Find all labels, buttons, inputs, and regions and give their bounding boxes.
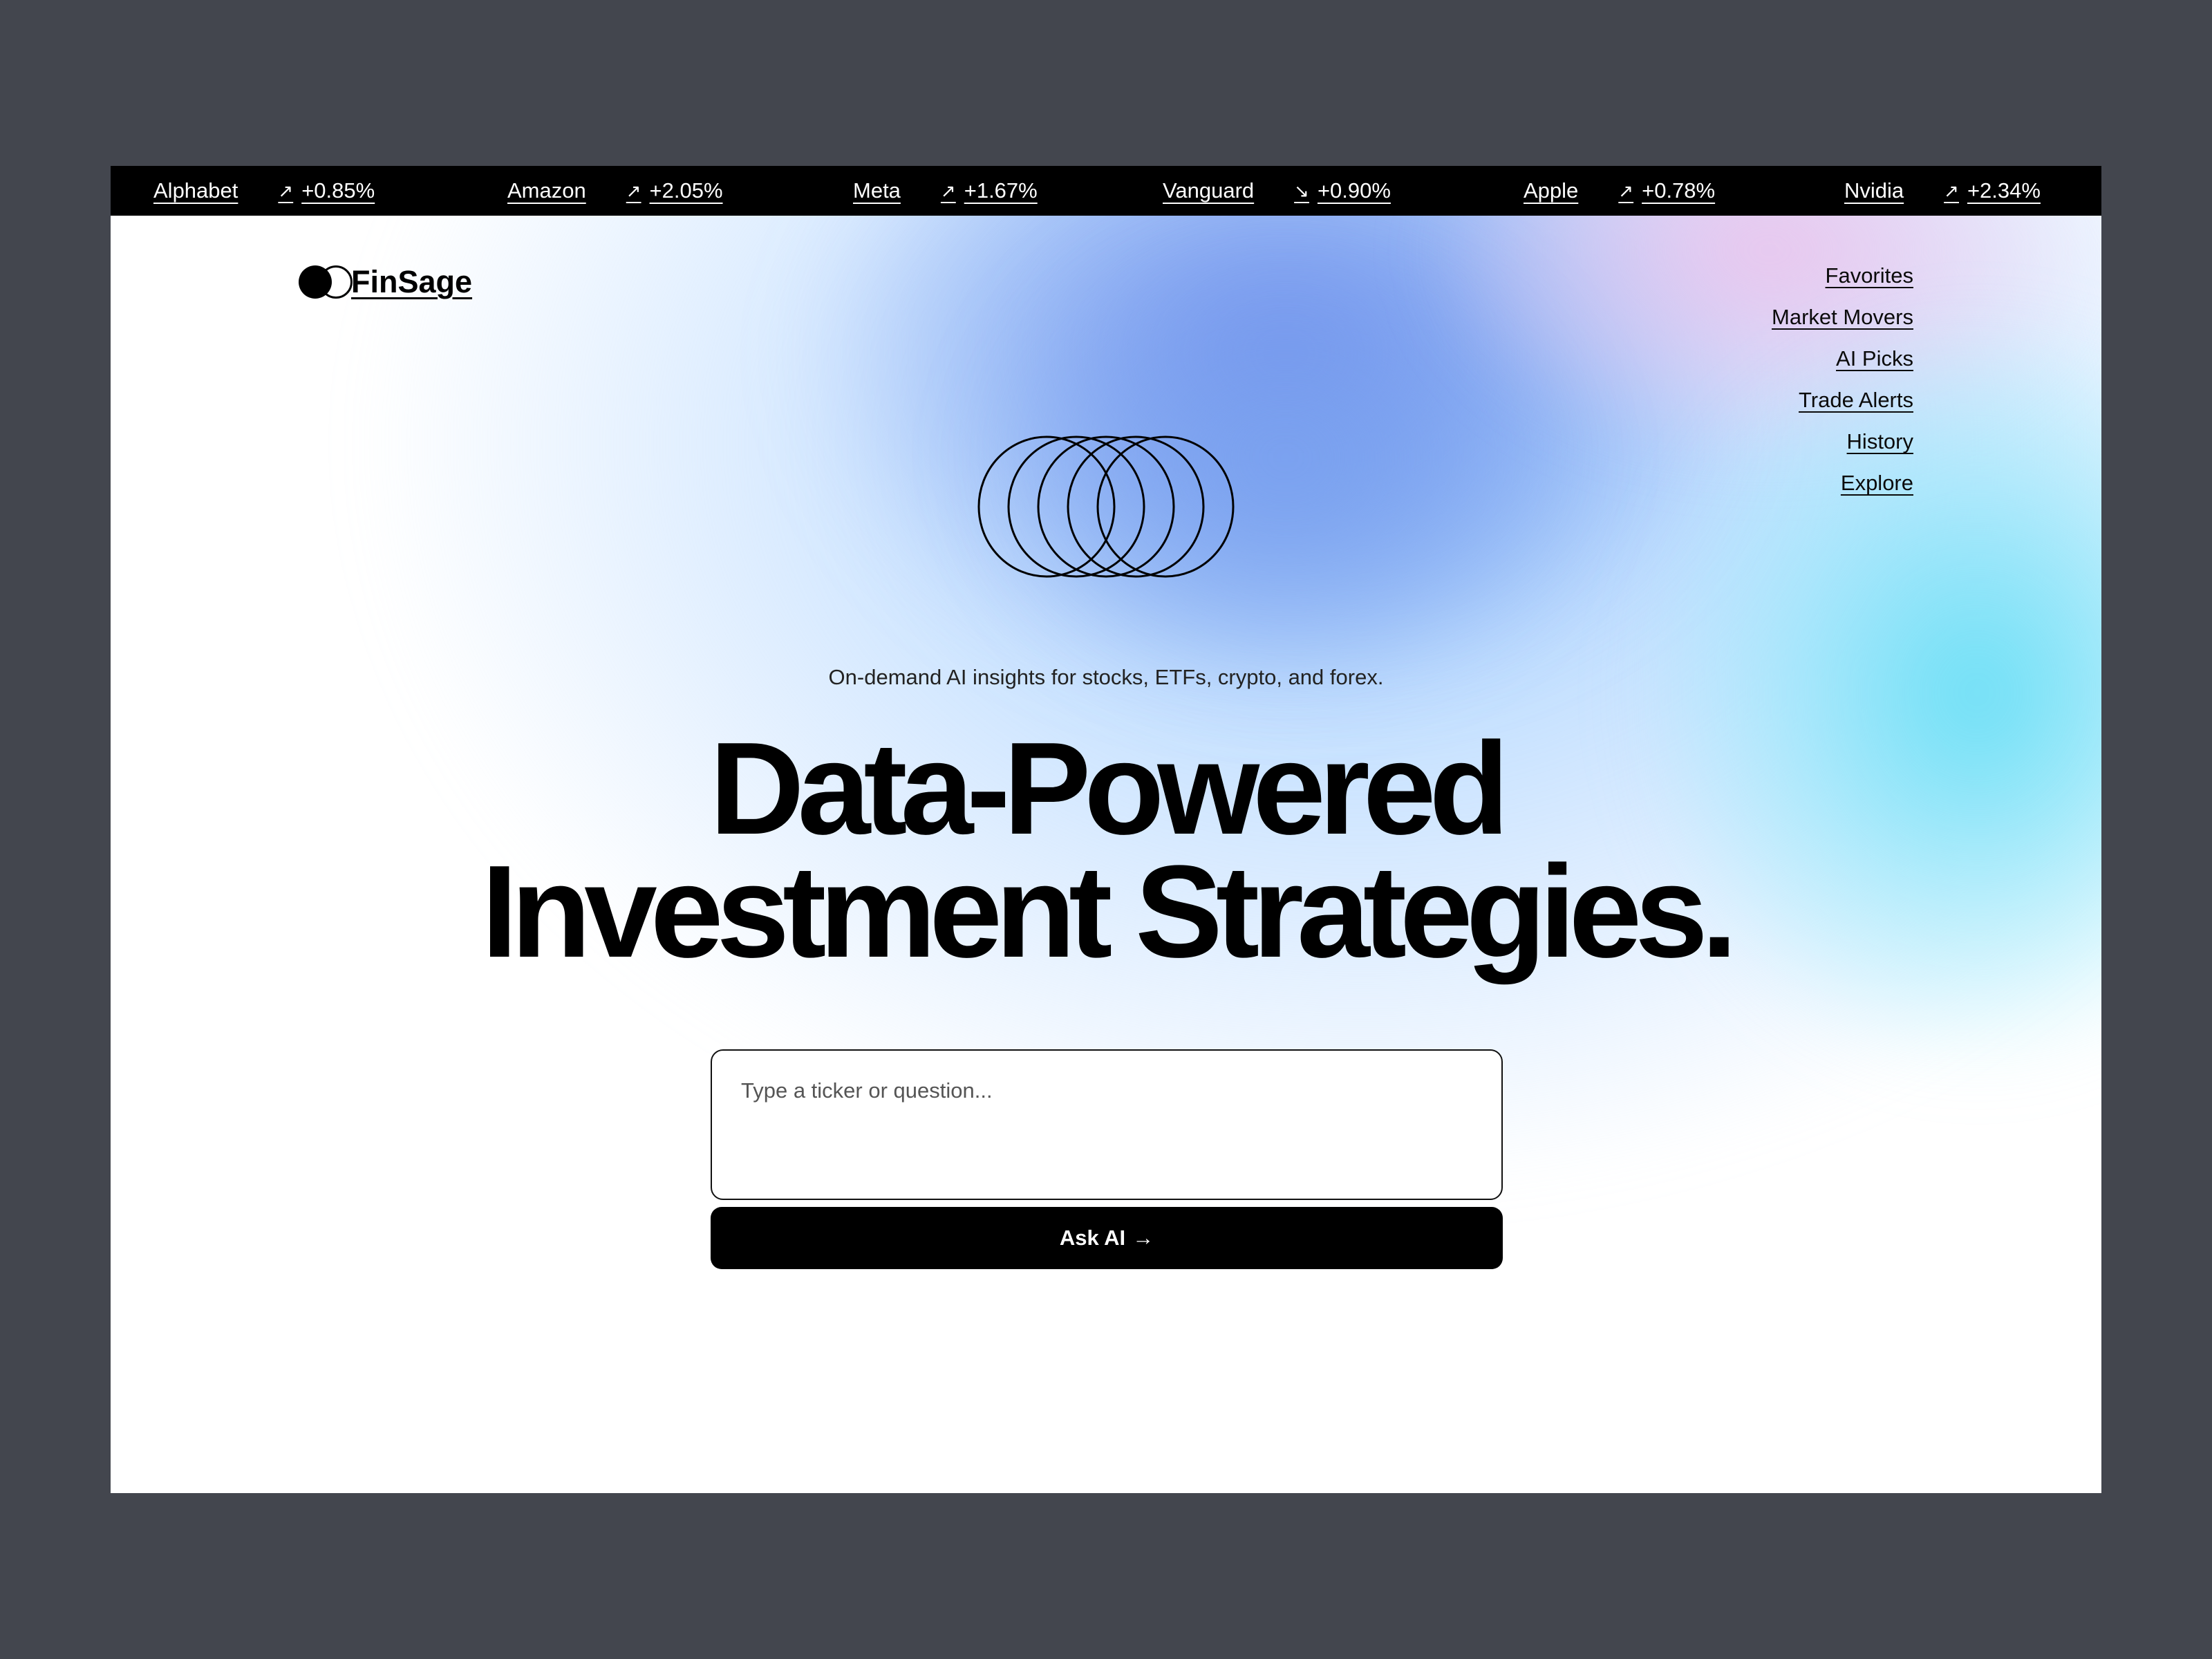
ticker-change[interactable]: ↗ +1.67% [941,178,1038,203]
ticker-change-value: +0.90% [1317,178,1391,203]
ask-ai-label: Ask AI [1059,1226,1126,1250]
ticker-change[interactable]: ↘ +0.90% [1294,178,1391,203]
ticker-name[interactable]: Vanguard [1163,178,1254,203]
ask-ai-button[interactable]: Ask AI → [711,1207,1503,1269]
trend-up-icon: ↗ [940,180,956,201]
ticker-item[interactable]: Nvidia ↗ +2.34% [1844,166,2041,216]
ticker-item[interactable]: Meta ↗ +1.67% [853,166,1038,216]
ticker-change-value: +0.78% [1642,178,1716,203]
nav-item-history[interactable]: History [1847,429,1913,455]
page-frame: Alphabet ↗ +0.85% Amazon ↗ +2.05% Meta ↗ +1… [111,166,2101,1493]
trend-up-icon: ↗ [626,180,641,201]
main-nav: Favorites Market Movers AI Picks Trade A… [1772,263,1913,496]
trend-up-icon: ↗ [1944,180,1959,201]
ticker-change[interactable]: ↗ +2.05% [626,178,723,203]
query-input-container [711,1049,1503,1200]
ticker-item[interactable]: Alphabet ↗ +0.85% [153,166,375,216]
ticker-change[interactable]: ↗ +0.78% [1618,178,1715,203]
brand-logo[interactable]: FinSage [299,264,472,300]
interlocking-rings-icon [977,435,1235,578]
ticker-item[interactable]: Apple ↗ +0.78% [1524,166,1715,216]
trend-up-icon: ↗ [278,180,294,201]
ticker-change-value: +1.67% [964,178,1038,203]
nav-item-market-movers[interactable]: Market Movers [1772,304,1913,330]
ticker-item[interactable]: Vanguard ↘ +0.90% [1163,166,1391,216]
ticker-name[interactable]: Nvidia [1844,178,1904,203]
ticker-name[interactable]: Apple [1524,178,1578,203]
ticker-change[interactable]: ↗ +2.34% [1944,178,2041,203]
hero-tagline: On-demand AI insights for stocks, ETFs, … [828,665,1384,689]
ticker-change[interactable]: ↗ +0.85% [278,178,375,203]
stock-ticker-bar: Alphabet ↗ +0.85% Amazon ↗ +2.05% Meta ↗ +1… [111,166,2101,216]
nav-item-explore[interactable]: Explore [1841,470,1913,496]
logo-icon [299,264,357,300]
arrow-right-icon: → [1132,1226,1154,1250]
ticker-change-value: +0.85% [301,178,375,203]
headline-line-2: Investment Strategies. [481,838,1737,985]
ticker-change-value: +2.05% [649,178,723,203]
ticker-name[interactable]: Amazon [507,178,586,203]
trend-down-icon: ↘ [1294,180,1309,201]
query-input[interactable] [741,1078,1472,1171]
hero-headline: Data-Powered Investment Strategies. [111,723,2101,977]
ticker-item[interactable]: Amazon ↗ +2.05% [507,166,723,216]
ticker-name[interactable]: Alphabet [153,178,238,203]
nav-item-favorites[interactable]: Favorites [1826,263,1913,289]
brand-name: FinSage [351,264,473,299]
ticker-name[interactable]: Meta [853,178,901,203]
nav-item-ai-picks[interactable]: AI Picks [1836,346,1913,372]
ticker-change-value: +2.34% [1967,178,2041,203]
nav-item-trade-alerts[interactable]: Trade Alerts [1799,387,1913,413]
trend-up-icon: ↗ [1618,180,1634,201]
